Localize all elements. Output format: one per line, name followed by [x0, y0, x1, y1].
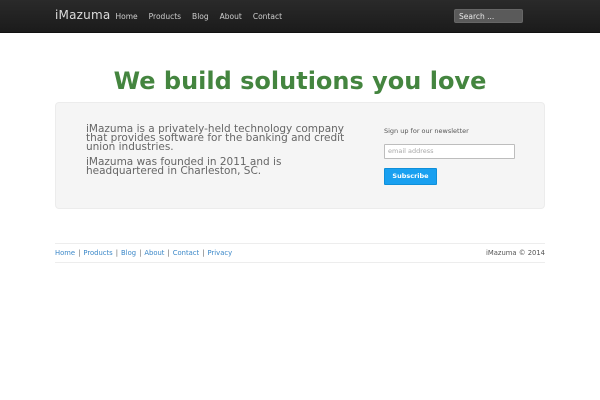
footer-link-blog[interactable]: Blog: [121, 249, 136, 257]
newsletter-label: Sign up for our newsletter: [384, 127, 469, 135]
nav-item-about[interactable]: About: [214, 12, 247, 21]
footer-separator: |: [202, 249, 205, 257]
hero-panel: iMazuma is a privately-held technology c…: [55, 102, 545, 209]
footer-divider-top: [55, 243, 545, 244]
footer-link-about[interactable]: About: [144, 249, 164, 257]
footer-link-products[interactable]: Products: [83, 249, 112, 257]
footer-link-home[interactable]: Home: [55, 249, 75, 257]
newsletter-form: Sign up for our newsletter Subscribe: [384, 127, 519, 185]
page-title: We build solutions you love: [113, 67, 487, 95]
subscribe-button[interactable]: Subscribe: [384, 167, 437, 185]
footer-separator: |: [167, 249, 170, 257]
nav-item-home[interactable]: Home: [110, 12, 143, 21]
search-input[interactable]: [454, 9, 523, 23]
footer-link-privacy[interactable]: Privacy: [208, 249, 233, 257]
copyright-text: iMazuma © 2014: [486, 249, 545, 257]
footer-separator: |: [78, 249, 81, 257]
about-paragraph-1: iMazuma is a privately-held technology c…: [86, 123, 345, 153]
footer-nav: Home | Products | Blog | About | Contact…: [55, 249, 232, 257]
brand-logo[interactable]: iMazuma: [55, 8, 110, 22]
nav-item-products[interactable]: Products: [143, 12, 186, 21]
footer-separator: |: [139, 249, 142, 257]
main-nav: Home Products Blog About Contact: [110, 12, 288, 21]
about-text: iMazuma is a privately-held technology c…: [86, 123, 356, 182]
nav-item-contact[interactable]: Contact: [247, 12, 287, 21]
footer-separator: |: [115, 249, 119, 257]
footer-divider-bottom: [55, 262, 545, 263]
about-paragraph-2: iMazuma was founded in 2011 and is headq…: [86, 156, 282, 177]
footer-link-contact[interactable]: Contact: [173, 249, 199, 257]
top-navbar: iMazuma Home Products Blog About Contact: [0, 0, 600, 33]
nav-item-blog[interactable]: Blog: [187, 12, 215, 21]
email-field[interactable]: [384, 143, 515, 159]
